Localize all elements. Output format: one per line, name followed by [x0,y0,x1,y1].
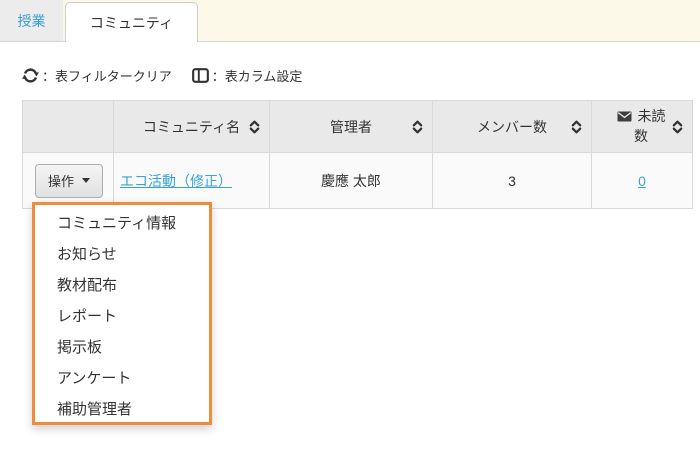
row-cell-actions: 操作 [23,153,114,208]
tab-bar: 授業 コミュニティ [0,0,700,42]
menu-item-news[interactable]: お知らせ [35,239,209,270]
table-header-row: コミュニティ名 管理者 メンバー数 [23,101,692,153]
table-filter-clear-button[interactable]: ：表フィルタークリア [22,66,172,85]
mail-icon [617,109,636,125]
community-name-link[interactable]: エコ活動（修正） [120,171,232,191]
header-unread-count-label: 未読数 [634,108,665,144]
table-toolbar: ：表フィルタークリア ：表カラム設定 [22,63,302,87]
community-table: コミュニティ名 管理者 メンバー数 [22,100,693,209]
unread-count-link[interactable]: 0 [638,173,646,189]
table-row: 操作 エコ活動（修正） 慶應 太郎 3 0 [23,153,692,208]
menu-item-report[interactable]: レポート [35,301,209,332]
table-columns-icon [192,68,209,83]
header-cell-unread-count: 未読数 [592,101,692,152]
tab-class-label: 授業 [18,11,46,31]
action-button-label: 操作 [48,171,74,190]
member-count-value: 3 [508,173,516,189]
tab-community-label: コミュニティ [90,13,173,33]
header-cell-manager: 管理者 [270,101,433,152]
menu-item-community-info[interactable]: コミュニティ情報 [35,208,209,239]
action-button[interactable]: 操作 [35,164,103,198]
header-cell-community-name: コミュニティ名 [114,101,270,152]
action-dropdown-menu: コミュニティ情報 お知らせ 教材配布 レポート 掲示板 アンケート 補助管理者 [32,202,212,425]
sort-icon[interactable] [249,119,260,134]
table-filter-clear-label: ：表フィルタークリア [42,66,172,85]
refresh-icon [22,67,39,84]
header-community-name-label: コミュニティ名 [143,117,240,137]
menu-item-survey[interactable]: アンケート [35,363,209,394]
row-cell-member-count: 3 [433,153,592,208]
table-column-settings-button[interactable]: ：表カラム設定 [192,66,303,85]
table-column-settings-label: ：表カラム設定 [212,66,303,85]
tab-community[interactable]: コミュニティ [65,2,198,42]
sort-icon[interactable] [672,119,683,134]
menu-item-bulletin-board[interactable]: 掲示板 [35,332,209,363]
menu-item-sub-administrator[interactable]: 補助管理者 [35,394,209,425]
header-member-count-label: メンバー数 [477,117,547,137]
row-cell-unread-count: 0 [592,153,692,208]
manager-name: 慶應 太郎 [321,171,381,191]
tab-class[interactable]: 授業 [0,0,63,41]
menu-item-material-distribution[interactable]: 教材配布 [35,270,209,301]
caret-down-icon [82,178,90,183]
sort-icon[interactable] [412,119,423,134]
header-manager-label: 管理者 [330,117,372,137]
sort-icon[interactable] [571,119,582,134]
row-cell-community-name: エコ活動（修正） [114,153,270,208]
row-cell-manager: 慶應 太郎 [270,153,433,208]
header-cell-member-count: メンバー数 [433,101,592,152]
header-cell-actions [23,101,114,152]
